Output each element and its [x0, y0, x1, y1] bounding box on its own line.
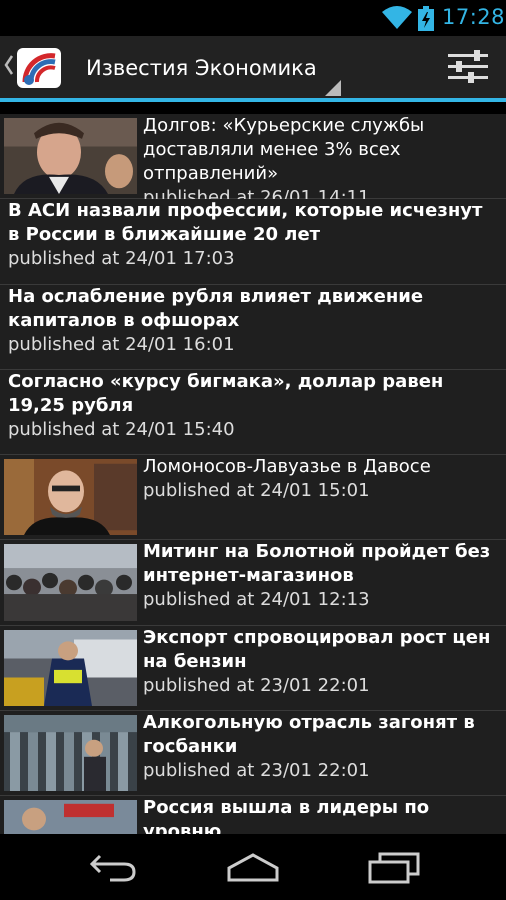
news-published: published at 24/01 12:13 [143, 589, 370, 610]
news-published: published at 24/01 15:40 [8, 419, 235, 440]
news-thumbnail [4, 800, 137, 834]
news-published: published at 24/01 17:03 [8, 248, 235, 269]
news-thumbnail [4, 459, 137, 535]
news-item[interactable]: Экспорт спровоцировал рост цен на бензин… [0, 626, 506, 711]
news-headline: Долгов: «Курьерские службы доставляли ме… [143, 115, 425, 184]
news-published: published at 23/01 22:01 [143, 760, 370, 781]
news-headline: Россия вышла в лидеры по уровню [143, 797, 430, 834]
news-headline: Митинг на Болотной пройдет без интернет-… [143, 541, 491, 586]
recent-apps-icon[interactable] [368, 852, 420, 884]
news-headline: Согласно «курсу бигмака», доллар равен 1… [8, 371, 444, 416]
app-logo-icon[interactable] [15, 44, 65, 90]
status-clock: 17:28 [442, 5, 506, 29]
news-headline: В АСИ назвали профессии, которые исчезну… [8, 200, 483, 245]
news-headline: На ослабление рубля влияет движение капи… [8, 286, 424, 331]
news-item[interactable]: Согласно «курсу бигмака», доллар равен 1… [0, 370, 506, 455]
news-item[interactable]: Алкогольную отрасль загонят в госбанки p… [0, 711, 506, 796]
news-headline: Экспорт спровоцировал рост цен на бензин [143, 627, 491, 672]
news-item[interactable]: Долгов: «Курьерские службы доставляли ме… [0, 114, 506, 208]
news-list[interactable]: Долгов: «Курьерские службы доставляли ме… [0, 114, 506, 834]
up-caret-icon[interactable] [4, 54, 14, 76]
news-item[interactable]: На ослабление рубля влияет движение капи… [0, 285, 506, 370]
action-bar-accent-line [0, 98, 506, 102]
home-icon[interactable] [226, 852, 280, 882]
status-bar: 17:28 [0, 0, 506, 36]
system-nav-bar [0, 834, 506, 900]
news-thumbnail [4, 715, 137, 791]
news-item[interactable]: Ломоносов-Лавуазье в Давосе published at… [0, 455, 506, 540]
news-item[interactable]: Россия вышла в лидеры по уровню [0, 796, 506, 834]
news-thumbnail [4, 118, 137, 194]
news-thumbnail [4, 544, 137, 621]
section-title[interactable]: Известия Экономика [86, 56, 317, 80]
news-thumbnail [4, 630, 137, 706]
news-item[interactable]: Митинг на Болотной пройдет без интернет-… [0, 540, 506, 626]
battery-icon [418, 6, 434, 31]
wifi-icon [382, 6, 412, 29]
dropdown-triangle-icon[interactable] [325, 80, 341, 96]
news-published: published at 23/01 22:01 [143, 675, 370, 696]
action-bar: Известия Экономика [0, 36, 506, 98]
settings-sliders-icon[interactable] [446, 50, 490, 84]
news-published: published at 24/01 15:01 [143, 480, 370, 501]
back-icon[interactable] [88, 852, 138, 882]
news-published: published at 24/01 16:01 [8, 334, 235, 355]
news-item[interactable]: В АСИ назвали профессии, которые исчезну… [0, 199, 506, 285]
news-headline: Алкогольную отрасль загонят в госбанки [143, 712, 475, 757]
news-headline: Ломоносов-Лавуазье в Давосе [143, 456, 431, 477]
